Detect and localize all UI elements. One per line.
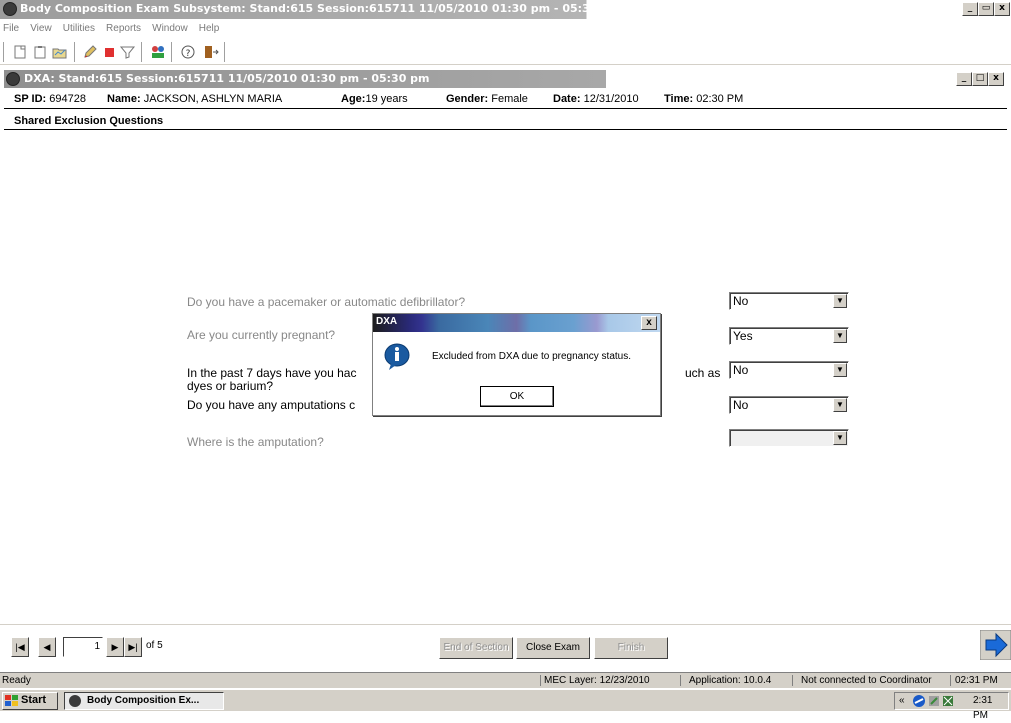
ok-button[interactable]: OK [480, 386, 554, 407]
chevron-down-icon[interactable]: ▼ [833, 294, 847, 308]
finish-button[interactable]: Finish [594, 637, 668, 659]
menu-window[interactable]: Window [152, 23, 188, 34]
child-minimize-button[interactable]: _ [956, 72, 972, 86]
child-maximize-button[interactable]: □ [972, 72, 988, 86]
status-bar: Ready MEC Layer: 12/23/2010 Application:… [0, 672, 1011, 688]
help-icon[interactable]: ? [180, 45, 196, 59]
menu-bar: File View Utilities Reports Window Help [0, 20, 1011, 36]
taskbar-item-body-composition[interactable]: Body Composition Ex... [64, 692, 224, 710]
sp-id: SP ID: 694728 [14, 93, 86, 105]
maximize-button[interactable]: ▭ [978, 2, 994, 16]
question-contrast-line2: dyes or barium? [187, 379, 274, 393]
pen-icon[interactable] [82, 45, 98, 59]
dialog-message: Excluded from DXA due to pregnancy statu… [432, 351, 631, 362]
next-arrow-icon[interactable] [980, 630, 1011, 660]
page-number-input[interactable]: 1 [63, 637, 103, 657]
filter-icon[interactable] [120, 45, 136, 59]
menu-help[interactable]: Help [199, 23, 220, 34]
info-icon [384, 343, 410, 370]
dialog-title: DXA [376, 316, 398, 327]
chevron-down-icon[interactable]: ▼ [833, 329, 847, 343]
exit-icon[interactable] [203, 45, 219, 59]
status-ready: Ready [2, 675, 31, 686]
participant-name: Name: JACKSON, ASHLYN MARIA [107, 93, 283, 105]
taskbar-item-label: Body Composition Ex... [87, 695, 200, 706]
taskbar: Start Body Composition Ex... « 2:31 PM [0, 689, 1011, 721]
question-pregnant: Are you currently pregnant? [187, 328, 336, 342]
section-title: Shared Exclusion Questions [4, 110, 1007, 130]
windows-logo-icon [5, 695, 18, 706]
end-of-section-button[interactable]: End of Section [439, 637, 513, 659]
contrast-select[interactable]: No ▼ [729, 361, 849, 379]
first-page-button[interactable]: |◀ [11, 637, 29, 657]
dialog-title-bar: DXA x [373, 314, 660, 332]
tray-clock: 2:31 PM [973, 695, 993, 721]
system-tray: « 2:31 PM [894, 692, 1009, 721]
amputations-select[interactable]: No ▼ [729, 396, 849, 414]
child-close-button[interactable]: x [988, 72, 1004, 86]
child-window-title-bar: DXA: Stand:615 Session:615711 11/05/2010… [4, 70, 1007, 88]
question-amputations: Do you have any amputations c [187, 398, 356, 412]
dialog-close-button[interactable]: x [641, 316, 657, 330]
minimize-button[interactable]: _ [962, 2, 978, 16]
stop-icon[interactable] [102, 45, 118, 59]
chevron-down-icon[interactable]: ▼ [833, 398, 847, 412]
navigation-bar: |◀ ◀ 1 ▶ ▶| of 5 End of Section Close Ex… [0, 624, 1011, 660]
chevron-down-icon[interactable]: ▼ [833, 363, 847, 377]
window-controls: _ ▭ x [962, 2, 1010, 16]
child-app-icon [6, 72, 20, 86]
toolbar: ? [0, 37, 1011, 65]
participant-gender: Gender: Female [446, 93, 528, 105]
menu-file[interactable]: File [3, 23, 19, 34]
menu-view[interactable]: View [30, 23, 52, 34]
app-icon [69, 695, 81, 707]
child-window-controls: _ □ x [956, 72, 1004, 86]
status-mec-layer: MEC Layer: 12/23/2010 [540, 675, 650, 686]
chevron-down-icon[interactable]: ▼ [833, 431, 847, 445]
participant-age: Age:19 years [341, 93, 408, 105]
open-icon[interactable] [52, 45, 68, 59]
pregnant-select[interactable]: Yes ▼ [729, 327, 849, 345]
menu-utilities[interactable]: Utilities [63, 23, 95, 34]
previous-page-button[interactable]: ◀ [38, 637, 56, 657]
app-title-bar: Body Composition Exam Subsystem: Stand:6… [0, 0, 1011, 19]
svg-text:?: ? [186, 49, 191, 59]
status-application: Application: 10.0.4 [680, 675, 771, 686]
menu-reports[interactable]: Reports [106, 23, 141, 34]
app-title: Body Composition Exam Subsystem: Stand:6… [20, 2, 621, 15]
last-page-button[interactable]: ▶| [124, 637, 142, 657]
question-amputation-location: Where is the amputation? [187, 435, 324, 449]
start-label: Start [21, 694, 47, 706]
child-window-title: DXA: Stand:615 Session:615711 11/05/2010… [24, 72, 430, 85]
dxa-dialog: DXA x Excluded from DXA due to pregnancy… [372, 313, 661, 416]
close-exam-button[interactable]: Close Exam [516, 637, 590, 659]
amputation-location-select[interactable]: ▼ [729, 429, 849, 447]
close-button[interactable]: x [994, 2, 1010, 16]
status-time: 02:31 PM [950, 675, 998, 686]
question-pacemaker: Do you have a pacemaker or automatic def… [187, 295, 466, 309]
status-coordinator: Not connected to Coordinator [792, 675, 932, 686]
question-contrast-line1: In the past 7 days have you hac [187, 366, 357, 380]
start-button[interactable]: Start [2, 692, 58, 710]
tray-icons[interactable] [913, 694, 955, 708]
exam-date: Date: 12/31/2010 [553, 93, 639, 105]
clipboard-icon[interactable] [32, 45, 48, 59]
tray-expand-icon[interactable]: « [899, 693, 905, 708]
pacemaker-select[interactable]: No ▼ [729, 292, 849, 310]
app-icon [3, 2, 17, 16]
next-page-button[interactable]: ▶ [106, 637, 124, 657]
new-icon[interactable] [12, 45, 28, 59]
exam-time: Time: 02:30 PM [664, 93, 744, 105]
page-count: of 5 [146, 640, 163, 651]
question-contrast-tail: uch as [685, 366, 721, 380]
people-icon[interactable] [150, 45, 166, 59]
participant-info-bar: SP ID: 694728 Name: JACKSON, ASHLYN MARI… [4, 89, 1007, 109]
